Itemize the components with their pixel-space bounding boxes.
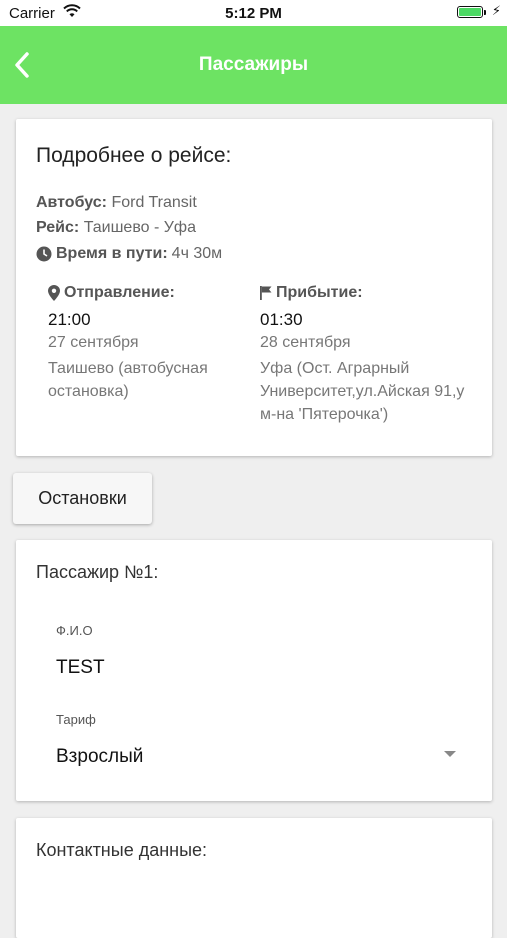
departure-label: Отправление:	[64, 284, 175, 301]
status-time: 5:12 PM	[225, 5, 282, 22]
trip-details-card: Подробнее о рейсе: Автобус: Ford Transit…	[16, 119, 492, 456]
page-title: Пассажиры	[198, 54, 309, 75]
route-label: Рейс:	[36, 219, 80, 236]
tariff-label: Тариф	[56, 712, 96, 727]
duration-label: Время в пути:	[56, 245, 168, 262]
arrival-place: Уфа (Ост. Аграрный Университет,ул.Айская…	[260, 360, 465, 423]
battery-tip	[484, 10, 486, 15]
arrival-column: Прибытие: 01:30 28 сентября Уфа (Ост. Аг…	[260, 283, 465, 426]
arrival-label: Прибытие:	[276, 284, 363, 301]
trip-card-title: Подробнее о рейсе:	[36, 144, 232, 167]
app-bar: Пассажиры	[0, 26, 507, 104]
arrival-date: 28 сентября	[260, 334, 351, 351]
bus-info: Автобус: Ford Transit	[36, 194, 197, 212]
route-info: Рейс: Таишево - Уфа	[36, 219, 196, 237]
flag-icon	[260, 286, 272, 300]
bus-value: Ford Transit	[111, 194, 197, 211]
battery-icon	[457, 6, 483, 18]
departure-date: 27 сентября	[48, 334, 139, 351]
dropdown-arrow-icon[interactable]	[444, 751, 456, 757]
contact-title: Контактные данные:	[36, 840, 208, 860]
passenger-title: Пассажир №1:	[36, 562, 159, 582]
passenger-card: Пассажир №1: Ф.И.О TEST Тариф Взрослый	[16, 540, 492, 801]
duration-info: Время в пути: 4ч 30м	[36, 245, 222, 263]
departure-column: Отправление: 21:00 27 сентября Таишево (…	[48, 283, 253, 403]
arrival-time: 01:30	[260, 310, 303, 329]
tariff-select[interactable]: Взрослый	[56, 746, 143, 768]
duration-value: 4ч 30м	[171, 245, 223, 262]
stops-button[interactable]: Остановки	[13, 473, 152, 524]
status-bar: Carrier 5:12 PM ⚡	[0, 0, 507, 26]
clock-icon	[36, 246, 52, 262]
contact-card: Контактные данные:	[16, 818, 492, 938]
route-value: Таишево - Уфа	[83, 219, 196, 236]
charging-icon: ⚡	[491, 3, 501, 18]
departure-place: Таишево (автобусная остановка)	[48, 360, 208, 400]
fio-field[interactable]: TEST	[56, 657, 105, 679]
map-marker-icon	[48, 285, 60, 301]
bus-label: Автобус:	[36, 194, 107, 211]
departure-time: 21:00	[48, 310, 91, 329]
fio-label: Ф.И.О	[56, 623, 93, 638]
